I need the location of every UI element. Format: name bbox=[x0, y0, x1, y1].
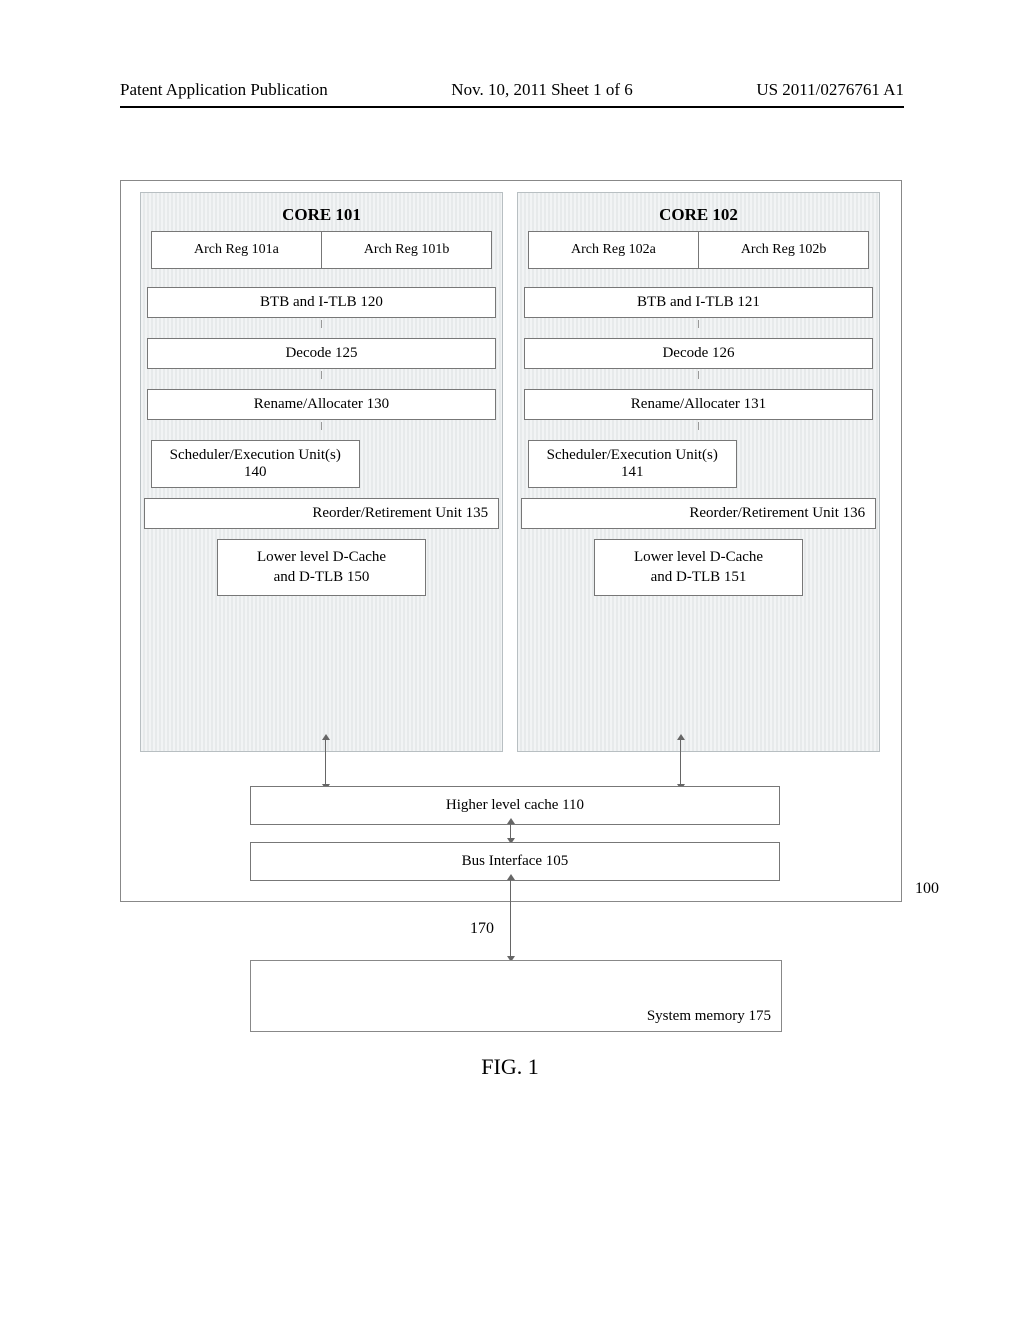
dcache-block: Lower level D-Cache and D-TLB 151 bbox=[594, 539, 803, 596]
btb-itlb: BTB and I-TLB 121 bbox=[524, 287, 873, 318]
system-memory: System memory 175 bbox=[250, 960, 782, 1032]
arch-reg-a: Arch Reg 101a bbox=[152, 232, 322, 268]
core-title: CORE 102 bbox=[659, 205, 738, 225]
decode-block: Decode 126 bbox=[524, 338, 873, 369]
page-header: Patent Application Publication Nov. 10, … bbox=[120, 80, 904, 108]
scheduler-block: Scheduler/Execution Unit(s) 140 bbox=[151, 440, 360, 488]
btb-itlb: BTB and I-TLB 120 bbox=[147, 287, 496, 318]
header-left: Patent Application Publication bbox=[120, 80, 328, 100]
connector-icon bbox=[698, 320, 699, 328]
bus-ref-label: 170 bbox=[470, 920, 494, 938]
connector-icon bbox=[698, 371, 699, 379]
system-memory-label: System memory 175 bbox=[647, 1008, 771, 1025]
page: Patent Application Publication Nov. 10, … bbox=[0, 0, 1024, 1320]
header-right: US 2011/0276761 A1 bbox=[756, 80, 904, 100]
connector-icon bbox=[698, 422, 699, 430]
dcache-block: Lower level D-Cache and D-TLB 150 bbox=[217, 539, 426, 596]
connector-icon bbox=[321, 320, 322, 328]
reorder-block: Reorder/Retirement Unit 136 bbox=[521, 498, 876, 529]
arch-reg-row: Arch Reg 101a Arch Reg 101b bbox=[151, 231, 492, 269]
connector-icon bbox=[321, 371, 322, 379]
reorder-block: Reorder/Retirement Unit 135 bbox=[144, 498, 499, 529]
arrow-icon bbox=[325, 740, 326, 784]
connector-icon bbox=[321, 422, 322, 430]
arch-reg-b: Arch Reg 102b bbox=[699, 232, 868, 268]
header-middle: Nov. 10, 2011 Sheet 1 of 6 bbox=[451, 80, 632, 100]
arch-reg-row: Arch Reg 102a Arch Reg 102b bbox=[528, 231, 869, 269]
core-title: CORE 101 bbox=[282, 205, 361, 225]
rename-block: Rename/Allocater 130 bbox=[147, 389, 496, 420]
figure-area: CORE 101 Arch Reg 101a Arch Reg 101b BTB… bbox=[120, 180, 900, 1120]
scheduler-block: Scheduler/Execution Unit(s) 141 bbox=[528, 440, 737, 488]
arrow-icon bbox=[680, 740, 681, 784]
chip-ref-label: 100 bbox=[915, 880, 939, 898]
cores-row: CORE 101 Arch Reg 101a Arch Reg 101b BTB… bbox=[140, 192, 880, 752]
rename-block: Rename/Allocater 131 bbox=[524, 389, 873, 420]
arrow-icon bbox=[510, 824, 511, 838]
higher-level-cache: Higher level cache 110 bbox=[250, 786, 780, 825]
decode-block: Decode 125 bbox=[147, 338, 496, 369]
arch-reg-a: Arch Reg 102a bbox=[529, 232, 699, 268]
bus-interface: Bus Interface 105 bbox=[250, 842, 780, 881]
figure-caption: FIG. 1 bbox=[120, 1054, 900, 1080]
arrow-icon bbox=[510, 880, 511, 956]
core-101: CORE 101 Arch Reg 101a Arch Reg 101b BTB… bbox=[140, 192, 503, 752]
arch-reg-b: Arch Reg 101b bbox=[322, 232, 491, 268]
core-102: CORE 102 Arch Reg 102a Arch Reg 102b BTB… bbox=[517, 192, 880, 752]
